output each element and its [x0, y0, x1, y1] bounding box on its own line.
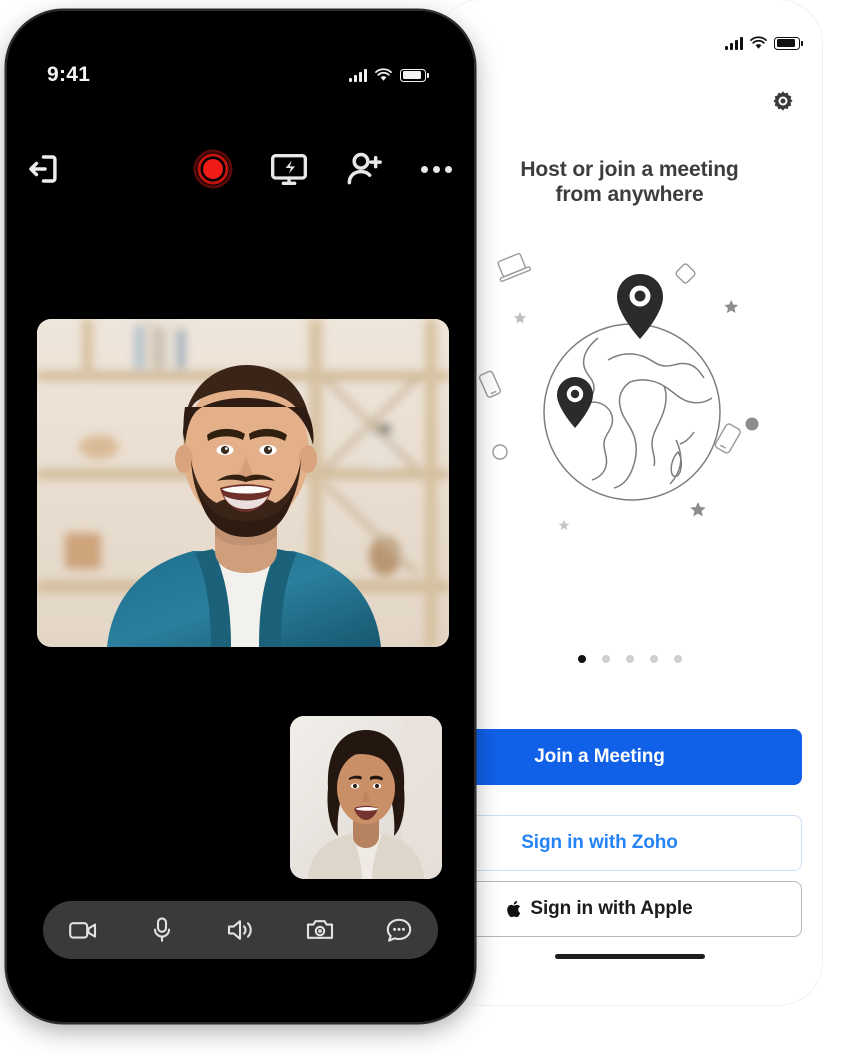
- flip-camera-button[interactable]: [300, 910, 340, 950]
- gear-icon[interactable]: [768, 86, 798, 116]
- record-icon[interactable]: [193, 149, 233, 189]
- self-view-image: [290, 716, 442, 879]
- auth-button-group: Join a Meeting Sign in with Zoho Sign in…: [437, 729, 802, 937]
- speaker-icon: [227, 920, 252, 940]
- globe-illustration: [478, 253, 758, 530]
- self-view-video[interactable]: [290, 716, 442, 879]
- camera-icon: [306, 920, 333, 939]
- chat-bubble-icon: [386, 918, 411, 942]
- speaker-toggle-button[interactable]: [221, 910, 261, 950]
- main-video-image: [37, 319, 449, 647]
- meeting-controls-bar: [43, 901, 438, 959]
- microphone-icon: [153, 917, 170, 942]
- battery-icon: [400, 68, 429, 82]
- left-phone-device: 9:41: [7, 11, 474, 1022]
- add-participant-icon[interactable]: [345, 149, 385, 189]
- pagination-dot-2[interactable]: [601, 655, 610, 663]
- meeting-toolbar: [7, 144, 474, 194]
- left-phone-screen: 9:41: [7, 11, 474, 1022]
- pagination-dot-4[interactable]: [649, 655, 658, 663]
- right-phone-screen: 0 Host or join a meeting from anywhere: [437, 0, 822, 1005]
- right-status-bar: [437, 32, 803, 54]
- left-status-time: 9:41: [47, 63, 91, 86]
- pagination-dots[interactable]: [437, 655, 822, 663]
- sign-in-apple-label: Sign in with Apple: [530, 898, 693, 919]
- video-camera-icon: [68, 922, 96, 939]
- chat-button[interactable]: [379, 910, 419, 950]
- pagination-dot-5[interactable]: [673, 655, 682, 663]
- home-indicator: [554, 953, 705, 959]
- pagination-dot-3[interactable]: [625, 655, 634, 663]
- cellular-signal-icon: [349, 68, 367, 82]
- pagination-dot-1[interactable]: [577, 655, 586, 663]
- main-video-feed[interactable]: [37, 319, 449, 647]
- mic-toggle-button[interactable]: [142, 910, 182, 950]
- sign-in-zoho-button[interactable]: Sign in with Zoho: [437, 815, 802, 871]
- location-pin-icon: [616, 274, 663, 339]
- page-title: Host or join a meeting from anywhere: [437, 158, 822, 208]
- cellular-signal-icon: [725, 36, 743, 50]
- left-status-bar: 9:41: [47, 63, 429, 87]
- join-meeting-button[interactable]: Join a Meeting: [437, 729, 802, 785]
- wifi-icon: [375, 67, 392, 81]
- location-pin-icon: [556, 377, 593, 428]
- battery-icon: [774, 36, 803, 50]
- share-screen-icon[interactable]: [269, 149, 309, 189]
- heading-line-2: from anywhere: [555, 182, 704, 206]
- more-options-icon[interactable]: [421, 149, 461, 189]
- left-status-icons: [349, 67, 429, 82]
- right-phone-device: 0 Host or join a meeting from anywhere: [437, 0, 822, 1005]
- wifi-icon: [750, 35, 767, 49]
- sign-in-apple-button[interactable]: Sign in with Apple: [437, 881, 802, 937]
- video-toggle-button[interactable]: [63, 910, 103, 950]
- apple-logo-icon: [507, 900, 521, 918]
- exit-meeting-icon[interactable]: [24, 151, 60, 187]
- screenshot-stage: 0 Host or join a meeting from anywhere: [0, 0, 864, 1054]
- heading-line-1: Host or join a meeting: [520, 158, 739, 181]
